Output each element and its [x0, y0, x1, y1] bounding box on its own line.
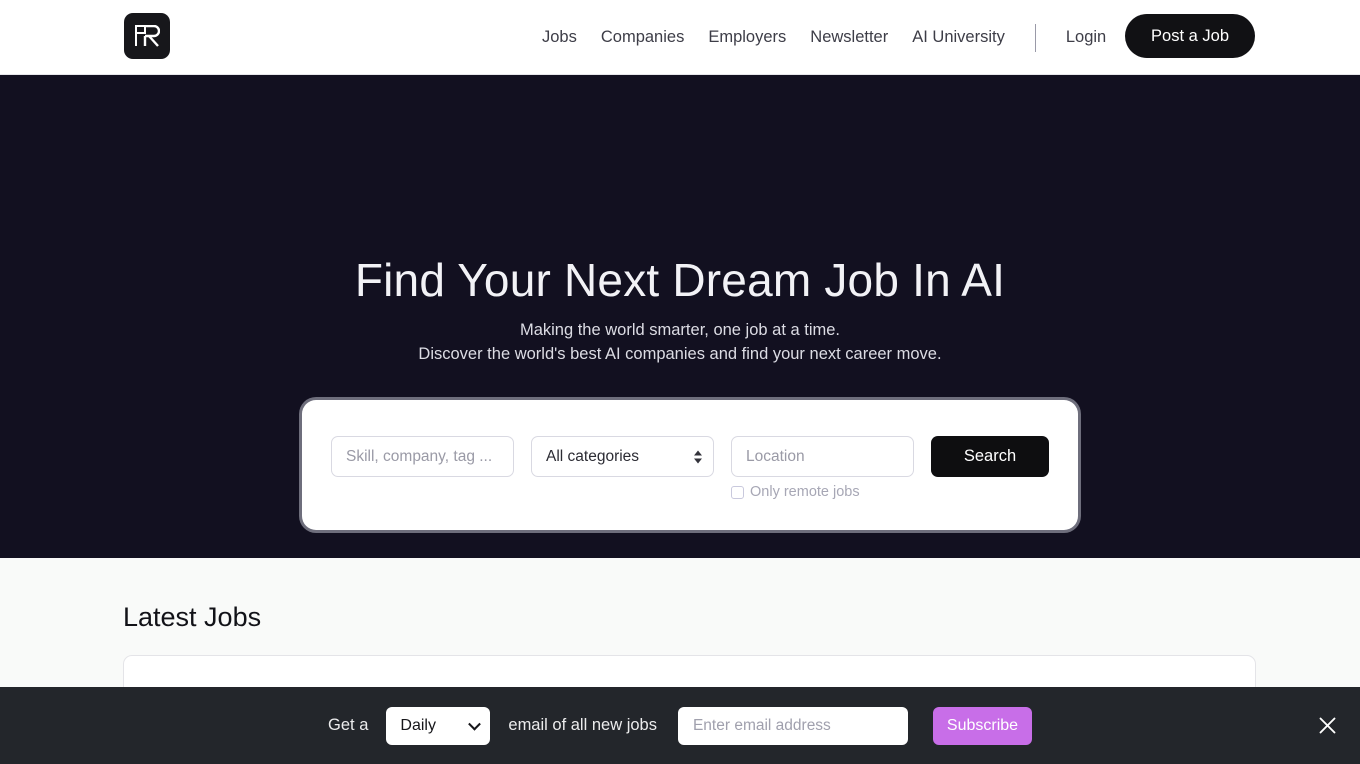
only-remote-jobs-row[interactable]: Only remote jobs [731, 484, 860, 500]
only-remote-jobs-checkbox[interactable] [731, 485, 744, 499]
location-input[interactable] [731, 436, 914, 477]
hero-section: Find Your Next Dream Job In AI Making th… [0, 75, 1360, 558]
only-remote-jobs-label: Only remote jobs [750, 484, 860, 500]
email-input[interactable] [677, 706, 908, 745]
nav-item-ai-university[interactable]: AI University [900, 28, 1017, 47]
nav-item-newsletter[interactable]: Newsletter [798, 28, 900, 47]
category-select-wrapper: All categories [531, 436, 714, 477]
nav-divider [1034, 23, 1036, 52]
site-header: Jobs Companies Employers Newsletter AI U… [0, 0, 1360, 75]
post-a-job-button[interactable]: Post a Job [1125, 14, 1255, 58]
page-title: Find Your Next Dream Job In AI [354, 254, 1006, 306]
newsletter-subscribe-bar: Get a Daily email of all new jobs Subscr… [0, 687, 1360, 764]
nav-item-jobs[interactable]: Jobs [530, 28, 589, 47]
latest-jobs-heading: Latest Jobs [123, 602, 262, 632]
main-navigation: Jobs Companies Employers Newsletter AI U… [530, 0, 1118, 75]
job-search-card: All categories Only remote jobs Search [302, 400, 1078, 530]
category-select[interactable]: All categories [531, 436, 714, 477]
search-button[interactable]: Search [931, 436, 1049, 477]
close-icon[interactable] [1310, 709, 1344, 743]
search-input[interactable] [331, 436, 514, 477]
hero-subtitle-line-1: Making the world smarter, one job at a t… [519, 321, 841, 339]
frequency-select[interactable]: Daily [386, 706, 491, 745]
subscribe-suffix-text: email of all new jobs [508, 716, 657, 734]
nav-item-employers[interactable]: Employers [696, 28, 798, 47]
nav-item-companies[interactable]: Companies [589, 28, 696, 47]
hero-subtitle: Making the world smarter, one job at a t… [0, 318, 1360, 366]
subscribe-prefix-text: Get a [328, 716, 369, 734]
frequency-select-wrapper: Daily [386, 706, 491, 745]
login-link[interactable]: Login [1054, 28, 1118, 47]
search-row: All categories Only remote jobs Search [331, 436, 1049, 500]
location-field-wrapper: Only remote jobs [731, 436, 914, 500]
subscribe-button[interactable]: Subscribe [932, 706, 1032, 745]
hero-subtitle-line-2: Discover the world's best AI companies a… [418, 345, 942, 363]
pr-monogram-logo-icon[interactable] [124, 13, 170, 59]
